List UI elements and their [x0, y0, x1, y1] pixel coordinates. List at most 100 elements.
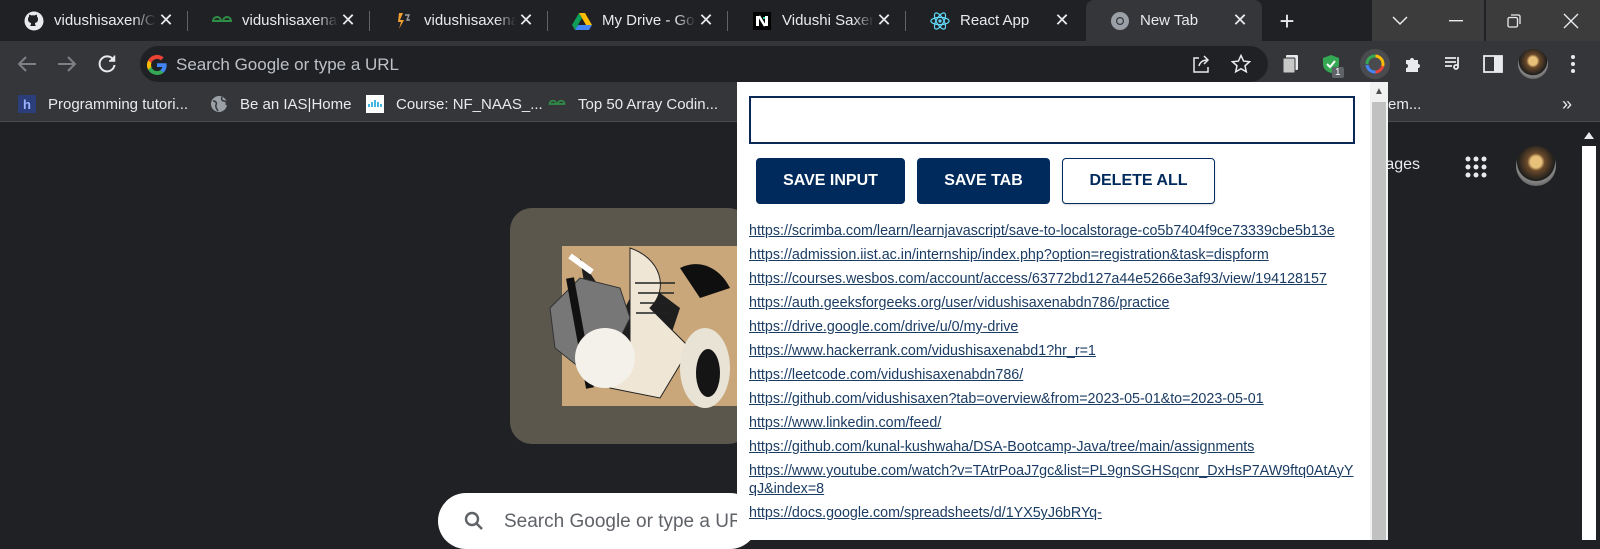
restore-button[interactable]: [1486, 0, 1542, 41]
saved-link-item: https://github.com/vidushisaxen?tab=over…: [749, 390, 1359, 408]
saved-link[interactable]: https://github.com/vidushisaxen?tab=over…: [749, 391, 1264, 407]
saved-links-list: https://scrimba.com/learn/learnjavascrip…: [749, 222, 1359, 528]
github-icon: [24, 11, 44, 31]
tab-github[interactable]: vidushisaxen/C ✕: [0, 0, 188, 41]
tab-react-app[interactable]: React App ✕: [906, 0, 1084, 41]
bookmark-item[interactable]: h Programming tutori...: [18, 93, 188, 115]
scrollbar-thumb[interactable]: [1372, 102, 1386, 540]
saved-link[interactable]: https://drive.google.com/drive/u/0/my-dr…: [749, 319, 1018, 335]
tab-strip: vidushisaxen/C ✕ vidushisaxenab ✕ vidush…: [0, 0, 1600, 41]
google-search-box[interactable]: Search Google or type a UR: [438, 493, 758, 549]
tab-title: vidushisaxen/C: [54, 12, 156, 29]
save-tab-button[interactable]: SAVE TAB: [917, 158, 1050, 204]
bookmark-item-partial[interactable]: em...: [1388, 93, 1421, 115]
apps-grid-icon: [1465, 156, 1487, 178]
extension-color-picker[interactable]: [1360, 49, 1390, 79]
tab-title: New Tab: [1140, 12, 1199, 29]
bookmark-item[interactable]: Top 50 Array Codin...: [548, 93, 718, 115]
saved-link[interactable]: https://admission.iist.ac.in/internship/…: [749, 247, 1269, 263]
side-panel-button[interactable]: [1482, 53, 1504, 75]
profile-avatar[interactable]: [1518, 49, 1548, 79]
tab-title: vidushisaxenab: [242, 12, 338, 29]
search-icon: [464, 511, 483, 530]
bookmark-label: em...: [1388, 95, 1422, 113]
close-tab-icon[interactable]: ✕: [696, 10, 716, 31]
bookmark-item[interactable]: Be an IAS|Home: [210, 93, 351, 115]
saved-link-item: https://admission.iist.ac.in/internship/…: [749, 246, 1359, 264]
close-tab-icon[interactable]: ✕: [1052, 10, 1072, 31]
tab-title: Vidushi Saxena: [782, 12, 874, 29]
saved-link-item: https://scrimba.com/learn/learnjavascrip…: [749, 222, 1359, 240]
saved-link[interactable]: https://scrimba.com/learn/learnjavascrip…: [749, 223, 1335, 239]
tab-hackerrank[interactable]: vidushisaxenab ✕: [370, 0, 548, 41]
close-tab-icon[interactable]: ✕: [516, 10, 536, 31]
back-button[interactable]: [14, 51, 40, 77]
extensions-button[interactable]: [1402, 53, 1424, 75]
saved-link-item: https://github.com/kunal-kushwaha/DSA-Bo…: [749, 438, 1359, 456]
reload-button[interactable]: [94, 51, 120, 77]
page-scrollbar[interactable]: [1578, 126, 1600, 540]
tab-new-tab[interactable]: New Tab ✕: [1086, 0, 1262, 41]
color-wheel-icon: [1365, 54, 1385, 74]
save-input-button[interactable]: SAVE INPUT: [756, 158, 905, 204]
scroll-up-arrow[interactable]: [1584, 132, 1594, 139]
saved-link[interactable]: https://github.com/kunal-kushwaha/DSA-Bo…: [749, 439, 1254, 455]
saved-link-item: https://auth.geeksforgeeks.org/user/vidu…: [749, 294, 1359, 312]
bookmark-star-button[interactable]: [1230, 53, 1252, 75]
scrollbar-thumb[interactable]: [1582, 146, 1596, 540]
saved-link[interactable]: https://www.youtube.com/watch?v=TAtrPoaJ…: [749, 463, 1353, 497]
forward-arrow-icon: [58, 56, 77, 72]
share-button[interactable]: [1190, 53, 1212, 75]
forward-button[interactable]: [54, 51, 80, 77]
tab-geeksforgeeks[interactable]: vidushisaxenab ✕: [188, 0, 370, 41]
side-panel-icon: [1483, 55, 1503, 73]
share-icon: [1193, 55, 1210, 73]
delete-all-button[interactable]: DELETE ALL: [1062, 158, 1215, 204]
google-doodle[interactable]: [510, 208, 750, 444]
close-tab-icon[interactable]: ✕: [874, 10, 894, 31]
link-input[interactable]: [749, 96, 1355, 144]
saved-link[interactable]: https://docs.google.com/spreadsheets/d/1…: [749, 505, 1102, 521]
google-account-avatar[interactable]: [1516, 146, 1556, 186]
tab-notion[interactable]: Vidushi Saxena ✕: [728, 0, 906, 41]
google-drive-icon: [572, 11, 592, 31]
chrome-menu-button[interactable]: [1562, 53, 1584, 75]
saved-link[interactable]: https://www.linkedin.com/feed/: [749, 415, 941, 431]
omnibox-placeholder: Search Google or type a URL: [176, 55, 400, 74]
extension-shield[interactable]: 1: [1320, 53, 1344, 78]
bookmark-item[interactable]: Course: NF_NAAS_...: [366, 93, 543, 115]
cisco-icon: [366, 95, 384, 113]
popup-scrollbar[interactable]: ▲: [1370, 82, 1388, 540]
saved-link[interactable]: https://courses.wesbos.com/account/acces…: [749, 271, 1327, 287]
new-tab-button[interactable]: +: [1272, 6, 1302, 36]
close-tab-icon[interactable]: ✕: [156, 10, 176, 31]
bookmark-label: Top 50 Array Codin...: [578, 95, 719, 113]
globe-icon: [210, 95, 228, 113]
saved-link[interactable]: https://leetcode.com/vidushisaxenabdn786…: [749, 367, 1023, 383]
chrome-icon: [1110, 11, 1130, 31]
search-placeholder: Search Google or type a UR: [504, 511, 743, 532]
google-apps-button[interactable]: [1464, 155, 1488, 179]
bookmark-label: Programming tutori...: [48, 95, 189, 113]
close-tab-icon[interactable]: ✕: [338, 10, 358, 31]
close-tab-icon[interactable]: ✕: [1230, 10, 1250, 31]
restore-icon: [1507, 13, 1521, 28]
reading-list-button[interactable]: [1442, 53, 1464, 75]
saved-link-item: https://www.hackerrank.com/vidushisaxena…: [749, 342, 1359, 360]
extension-clipboard[interactable]: [1280, 53, 1302, 75]
minimize-button[interactable]: [1428, 0, 1484, 41]
saved-link-item: https://courses.wesbos.com/account/acces…: [749, 270, 1359, 288]
hackerrank-icon: [394, 11, 414, 31]
scroll-up-arrow[interactable]: ▲: [1370, 84, 1388, 100]
bookmarks-overflow-button[interactable]: »: [1562, 93, 1572, 115]
tab-search-button[interactable]: [1372, 0, 1428, 41]
chevron-down-icon: [1392, 15, 1408, 25]
geeksforgeeks-icon: [212, 11, 232, 31]
saved-link[interactable]: https://www.hackerrank.com/vidushisaxena…: [749, 343, 1096, 359]
close-window-button[interactable]: [1542, 0, 1600, 41]
tab-google-drive[interactable]: My Drive - Goo ✕: [548, 0, 728, 41]
saved-link[interactable]: https://auth.geeksforgeeks.org/user/vidu…: [749, 295, 1169, 311]
omnibox[interactable]: Search Google or type a URL: [140, 46, 1268, 82]
geeksforgeeks-icon: [548, 95, 566, 113]
saved-link-item: https://drive.google.com/drive/u/0/my-dr…: [749, 318, 1359, 336]
